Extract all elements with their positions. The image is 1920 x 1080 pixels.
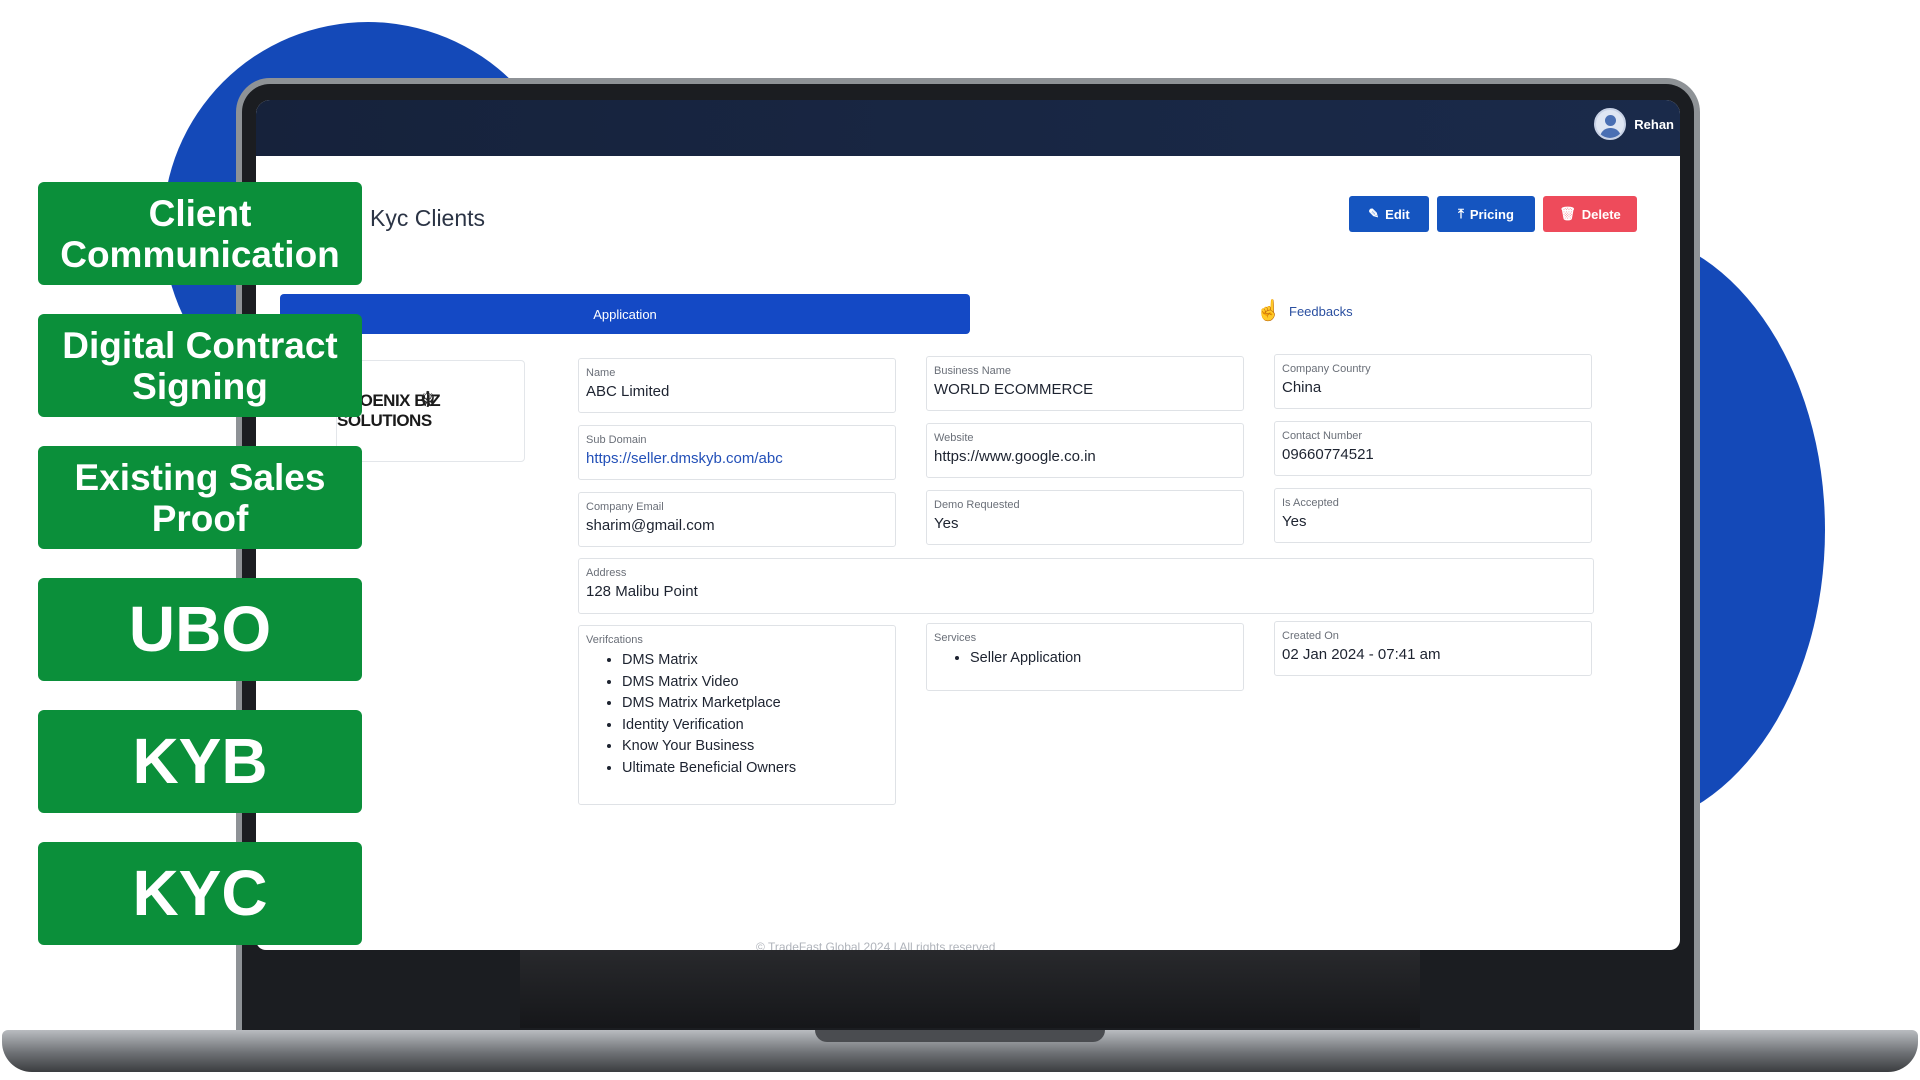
field-label: Website — [934, 432, 974, 444]
field-services: Services Seller Application — [926, 623, 1244, 691]
field-value: ABC Limited — [586, 383, 670, 400]
list-item: DMS Matrix — [622, 650, 888, 672]
field-label: Verifcations — [586, 634, 643, 646]
app-screen: Rehan Kyc Clients ✎ Edit ⤒ Pricing 🗑 Del… — [256, 100, 1680, 950]
field-value: Yes — [1282, 513, 1307, 530]
badge-existing-sales-proof: Existing Sales Proof — [38, 446, 362, 549]
badge-kyc: KYC — [38, 842, 362, 945]
field-label: Sub Domain — [586, 434, 647, 446]
field-name: Name ABC Limited — [578, 358, 896, 413]
field-label: Name — [586, 367, 616, 379]
field-label: Created On — [1282, 630, 1339, 642]
field-website: Website https://www.google.co.in — [926, 423, 1244, 478]
field-value: 128 Malibu Point — [586, 583, 698, 600]
laptop-notch — [815, 1030, 1105, 1042]
list-item: Identity Verification — [622, 715, 888, 737]
pricing-button[interactable]: ⤒ Pricing — [1437, 196, 1535, 232]
field-label: Services — [934, 632, 977, 644]
list-item: Seller Application — [970, 648, 1236, 670]
list-item: Know Your Business — [622, 736, 888, 758]
field-value: sharim@gmail.com — [586, 517, 715, 534]
services-list: Seller Application — [934, 648, 1236, 670]
company-logo: ☬ PHOENIX BIZ SOLUTIONS — [336, 360, 525, 462]
field-label: Company Country — [1282, 363, 1371, 375]
field-label: Demo Requested — [934, 499, 1020, 511]
field-company-email: Company Email sharim@gmail.com — [578, 492, 896, 547]
field-label: Company Email — [586, 501, 664, 513]
field-created-on: Created On 02 Jan 2024 - 07:41 am — [1274, 621, 1592, 676]
upload-icon: ⤒ — [1458, 206, 1464, 221]
badge-digital-contract-signing: Digital Contract Signing — [38, 314, 362, 417]
field-label: Business Name — [934, 365, 1012, 377]
user-name: Rehan — [1634, 116, 1674, 132]
field-label: Is Accepted — [1282, 497, 1339, 509]
edit-icon: ✎ — [1368, 206, 1380, 221]
top-navbar: Rehan — [256, 100, 1680, 156]
verifications-list: DMS Matrix DMS Matrix Video DMS Matrix M… — [586, 650, 888, 779]
list-item: Ultimate Beneficial Owners — [622, 758, 888, 780]
field-value: https://www.google.co.in — [934, 448, 1096, 465]
field-verifications: Verifcations DMS Matrix DMS Matrix Video… — [578, 625, 896, 805]
field-value: WORLD ECOMMERCE — [934, 381, 1094, 398]
tab-application[interactable]: Application — [280, 294, 970, 334]
field-address: Address 128 Malibu Point — [578, 558, 1594, 614]
edit-button[interactable]: ✎ Edit — [1349, 196, 1429, 232]
field-sub-domain: Sub Domain https://seller.dmskyb.com/abc — [578, 425, 896, 480]
field-value: 09660774521 — [1282, 446, 1374, 463]
badge-kyb: KYB — [38, 710, 362, 813]
laptop-keyboard — [520, 948, 1420, 1028]
delete-button[interactable]: 🗑 Delete — [1543, 196, 1637, 232]
field-value: 02 Jan 2024 - 07:41 am — [1282, 646, 1441, 663]
tab-application-label: Application — [593, 306, 657, 322]
tab-feedbacks[interactable]: Feedbacks — [1289, 304, 1353, 319]
delete-button-label: Delete — [1581, 206, 1621, 222]
badge-client-communication: Client Communication — [38, 182, 362, 285]
hand-pointer-icon: ☝ — [1256, 300, 1281, 322]
user-menu[interactable]: Rehan — [1594, 108, 1674, 140]
field-demo-requested: Demo Requested Yes — [926, 490, 1244, 545]
user-avatar-icon — [1594, 108, 1627, 140]
field-business-name: Business Name WORLD ECOMMERCE — [926, 356, 1244, 411]
list-item: DMS Matrix Video — [622, 672, 888, 694]
field-value: China — [1282, 379, 1322, 396]
trash-icon: 🗑 — [1559, 206, 1576, 221]
field-contact-number: Contact Number 09660774521 — [1274, 421, 1592, 476]
list-item: DMS Matrix Marketplace — [622, 693, 888, 715]
field-is-accepted: Is Accepted Yes — [1274, 488, 1592, 543]
field-label: Contact Number — [1282, 430, 1363, 442]
edit-button-label: Edit — [1385, 206, 1410, 222]
field-company-country: Company Country China — [1274, 354, 1592, 409]
badge-ubo: UBO — [38, 578, 362, 681]
field-value: Yes — [934, 515, 959, 532]
page-title: Kyc Clients — [370, 205, 486, 231]
sub-domain-link[interactable]: https://seller.dmskyb.com/abc — [586, 450, 888, 467]
footer-copyright: © TradeFast Global 2024 | All rights res… — [756, 940, 996, 950]
logo-emblem-icon: ☬ — [420, 387, 436, 412]
pricing-button-label: Pricing — [1469, 206, 1514, 222]
field-label: Address — [586, 567, 627, 579]
